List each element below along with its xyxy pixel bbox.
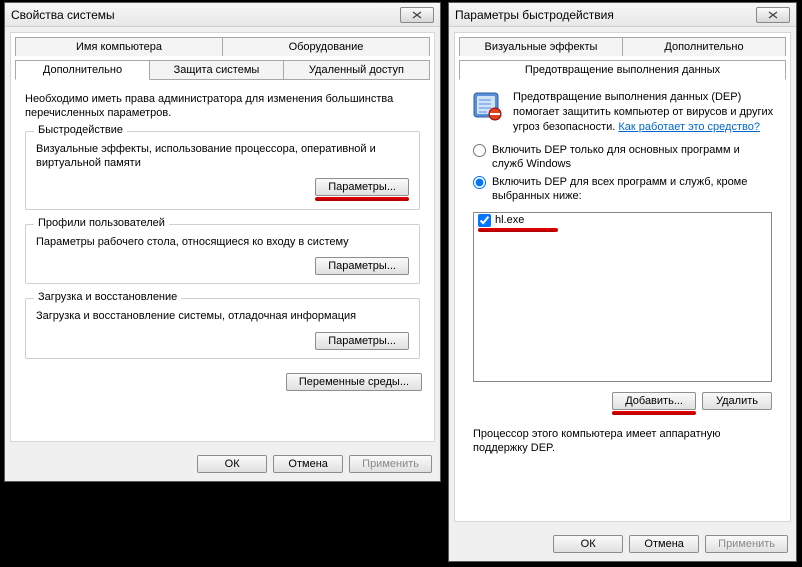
tabs-row-2: Предотвращение выполнения данных	[459, 60, 786, 79]
tab-hardware[interactable]: Оборудование	[222, 37, 430, 56]
dep-list-buttons: Добавить... Удалить	[459, 388, 786, 419]
dep-radio-essential-input[interactable]	[473, 144, 486, 157]
ok-button[interactable]: ОК	[553, 535, 623, 553]
list-item[interactable]: hl.exe	[474, 213, 771, 228]
tab-dep[interactable]: Предотвращение выполнения данных	[459, 60, 786, 80]
startup-recovery-group-desc: Загрузка и восстановление системы, отлад…	[36, 309, 409, 323]
intro-text: Необходимо иметь права администратора дл…	[25, 92, 420, 121]
close-button[interactable]	[756, 7, 790, 23]
dep-shield-icon	[471, 90, 503, 122]
dep-radio-essential[interactable]: Включить DEP только для основных програм…	[459, 141, 786, 174]
dialog-buttons: ОК Отмена Применить	[197, 455, 432, 473]
performance-group-title: Быстродействие	[34, 124, 127, 136]
tab-content: Необходимо иметь права администратора дл…	[15, 79, 430, 399]
highlight-marker	[315, 197, 409, 201]
dialog-body: Имя компьютера Оборудование Дополнительн…	[10, 32, 435, 442]
tab-advanced[interactable]: Дополнительно	[15, 60, 150, 80]
performance-settings-button[interactable]: Параметры...	[315, 178, 409, 196]
tabs-row-1: Визуальные эффекты Дополнительно	[459, 37, 786, 56]
dep-exception-list[interactable]: hl.exe	[473, 212, 772, 382]
titlebar: Параметры быстродействия	[449, 3, 796, 27]
dep-radio-all-input[interactable]	[473, 176, 486, 189]
startup-recovery-group: Загрузка и восстановление Загрузка и вос…	[25, 298, 420, 358]
dialog-buttons: ОК Отмена Применить	[553, 535, 788, 553]
tab-visual-effects[interactable]: Визуальные эффекты	[459, 37, 623, 56]
highlight-marker	[612, 411, 696, 415]
dep-radio-essential-label: Включить DEP только для основных програм…	[492, 143, 772, 172]
startup-recovery-group-title: Загрузка и восстановление	[34, 291, 181, 303]
dep-hardware-note: Процессор этого компьютера имеет аппарат…	[459, 419, 786, 464]
startup-recovery-settings-button[interactable]: Параметры...	[315, 332, 409, 350]
list-item-label: hl.exe	[495, 214, 524, 226]
tabs-row-1: Имя компьютера Оборудование	[15, 37, 430, 56]
close-icon	[412, 11, 422, 19]
dep-radio-all[interactable]: Включить DEP для всех программ и служб, …	[459, 173, 786, 206]
close-button[interactable]	[400, 7, 434, 23]
remove-button[interactable]: Удалить	[702, 392, 772, 410]
highlight-marker	[478, 228, 558, 232]
dep-radio-all-label: Включить DEP для всех программ и служб, …	[492, 175, 772, 204]
user-profiles-group-desc: Параметры рабочего стола, относящиеся ко…	[36, 235, 409, 249]
tab-remote[interactable]: Удаленный доступ	[283, 60, 430, 79]
dep-info-text: Предотвращение выполнения данных (DEP) п…	[513, 90, 774, 135]
tab-advanced[interactable]: Дополнительно	[622, 37, 786, 56]
cancel-button[interactable]: Отмена	[629, 535, 699, 553]
user-profiles-settings-button[interactable]: Параметры...	[315, 257, 409, 275]
tab-computer-name[interactable]: Имя компьютера	[15, 37, 223, 56]
apply-button[interactable]: Применить	[705, 535, 788, 553]
list-item-checkbox[interactable]	[478, 214, 491, 227]
titlebar: Свойства системы	[5, 3, 440, 27]
tabs-row-2: Дополнительно Защита системы Удаленный д…	[15, 60, 430, 79]
tab-system-protection[interactable]: Защита системы	[149, 60, 284, 79]
user-profiles-group-title: Профили пользователей	[34, 217, 169, 229]
dep-help-link[interactable]: Как работает это средство?	[618, 121, 760, 133]
environment-variables-button[interactable]: Переменные среды...	[286, 373, 422, 391]
dialog-body: Визуальные эффекты Дополнительно Предотв…	[454, 32, 791, 522]
close-icon	[768, 11, 778, 19]
apply-button[interactable]: Применить	[349, 455, 432, 473]
ok-button[interactable]: ОК	[197, 455, 267, 473]
performance-group: Быстродействие Визуальные эффекты, испол…	[25, 131, 420, 211]
dep-info-row: Предотвращение выполнения данных (DEP) п…	[459, 80, 786, 141]
user-profiles-group: Профили пользователей Параметры рабочего…	[25, 224, 420, 284]
system-properties-dialog: Свойства системы Имя компьютера Оборудов…	[4, 2, 441, 482]
performance-options-dialog: Параметры быстродействия Визуальные эффе…	[448, 2, 797, 562]
performance-group-desc: Визуальные эффекты, использование процес…	[36, 142, 409, 171]
cancel-button[interactable]: Отмена	[273, 455, 343, 473]
dialog-title: Параметры быстродействия	[455, 8, 614, 22]
dialog-title: Свойства системы	[11, 8, 115, 22]
tab-content: Предотвращение выполнения данных (DEP) п…	[459, 79, 786, 469]
add-button[interactable]: Добавить...	[612, 392, 696, 410]
